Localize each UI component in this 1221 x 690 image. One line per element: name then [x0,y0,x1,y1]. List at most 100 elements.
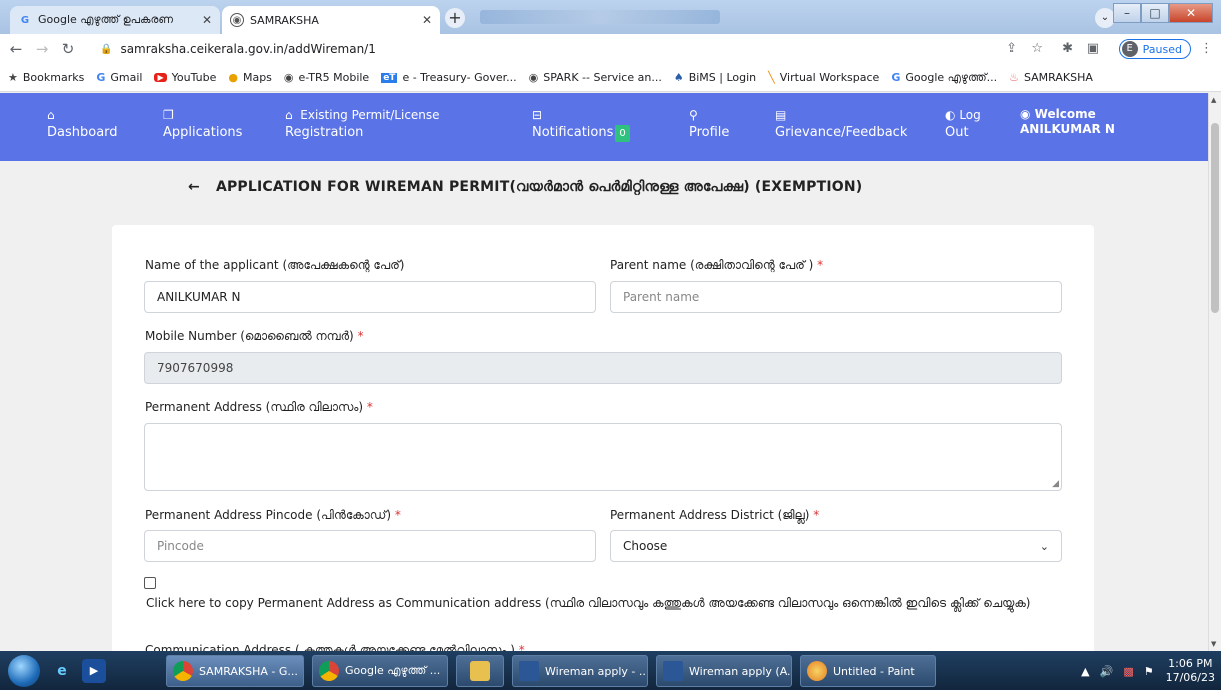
clock[interactable]: 1:06 PM 17/06/23 [1166,657,1215,685]
taskbar-button[interactable]: Untitled - Paint [800,655,936,687]
taskbar-button[interactable] [456,655,504,687]
back-icon[interactable]: ← [6,40,26,58]
taskbar-button[interactable]: Wireman apply (A... [656,655,792,687]
address-bar-row: ← → ↻ 🔒 samraksha.ceikerala.gov.in/addWi… [0,34,1221,64]
district-selected-value: Choose [623,539,668,553]
welcome-user: ◉ Welcome ANILKUMAR N [1020,107,1115,137]
page-scrollbar[interactable]: ▲ ▼ [1208,93,1221,651]
close-window-button[interactable]: ✕ [1169,3,1213,23]
bookmark-label: YouTube [171,71,217,84]
parent-name-field[interactable]: Parent name [610,281,1062,313]
maximize-button[interactable]: □ [1141,3,1169,23]
youtube-icon: ▶ [154,73,167,82]
globe-icon: ◉ [283,71,294,84]
start-button[interactable] [8,655,40,687]
menu-kebab-icon[interactable]: ⋮ [1200,41,1213,56]
user-icon: ◉ [1020,107,1031,121]
bookmark-label: SAMRAKSHA [1023,71,1093,84]
share-icon[interactable]: ⇪ [1006,41,1017,56]
clock-time: 1:06 PM [1168,657,1213,670]
copy-address-label[interactable]: Click here to copy Permanent Address as … [146,595,1066,612]
profile-icon: ⚲ [689,108,698,122]
bookmark-item[interactable]: ♨ SAMRAKSHA [1009,71,1093,84]
system-tray: ▲ 🔊 ▩ ⚑ 1:06 PM 17/06/23 [1081,655,1215,687]
label-text: Parent name (രക്ഷിതാവിന്റെ പേര് ) [610,258,814,272]
taskbar-button[interactable]: Google എഴുത്ത് ... [312,655,448,687]
bookmark-item[interactable]: ◉ e-TR5 Mobile [284,71,369,84]
bookmark-item[interactable]: G Google എഴുത്ത്... [891,71,997,85]
label-text: Permanent Address Pincode (പിൻകോഡ്) [145,508,392,522]
bookmark-label: e - Treasury- Gover... [402,71,517,84]
scroll-up-icon[interactable]: ▲ [1211,96,1216,104]
profile-paused-button[interactable]: E Paused [1118,39,1191,59]
nav-label: Grievance/Feedback [775,125,908,140]
district-select[interactable]: Choose ⌄ [610,530,1062,562]
taskbar-button[interactable]: SAMRAKSHA - G... [166,655,304,687]
browser-tab-strip: G Google എഴുത്ത് ഉപകരണ ✕ ◉ SAMRAKSHA ✕ +… [0,0,1221,34]
application-form-card: Name of the applicant (അപേക്ഷകന്റെ പേര്)… [112,225,1094,665]
bookmark-item[interactable]: ◉ SPARK -- Service an... [529,71,662,84]
side-panel-icon[interactable]: ▣ [1087,41,1099,56]
copy-address-checkbox[interactable] [144,577,156,589]
bookmark-item[interactable]: ▶ YouTube [154,71,216,84]
bookmark-item[interactable]: ★ Bookmarks [8,71,84,84]
url-field[interactable]: 🔒 samraksha.ceikerala.gov.in/addWireman/… [100,37,1000,61]
nav-grievance[interactable]: ▤ Grievance/Feedback [775,107,907,141]
nav-notifications[interactable]: ⊟ Notifications 0 [532,107,630,142]
network-icon[interactable]: ▩ [1123,665,1133,678]
tab-google-input-tools[interactable]: G Google എഴുത്ത് ഉപകരണ ✕ [10,6,220,34]
taskbar-button[interactable]: Wireman apply - ... [512,655,648,687]
nav-applications[interactable]: ❐ Applications [163,107,242,141]
globe-icon: ◉ [528,71,539,84]
applicant-name-field[interactable]: ANILKUMAR N [144,281,596,313]
bookmark-star-icon[interactable]: ☆ [1031,41,1043,56]
ie-icon[interactable]: e [50,659,74,683]
reload-icon[interactable]: ↻ [58,40,78,58]
nav-label-line1: ◐ Log [945,107,981,124]
bookmark-item[interactable]: G Gmail [96,71,142,84]
tab-label: SAMRAKSHA [250,13,319,27]
required-mark: * [813,508,820,522]
bookmark-label: Virtual Workspace [779,71,880,84]
parent-name-label: Parent name (രക്ഷിതാവിന്റെ പേര് ) * [610,258,823,273]
bookmark-item[interactable]: ╲ Virtual Workspace [768,71,879,84]
pincode-label: Permanent Address Pincode (പിൻകോഡ്) * [145,508,401,523]
scroll-down-icon[interactable]: ▼ [1211,640,1216,648]
tab-samraksha[interactable]: ◉ SAMRAKSHA ✕ [222,6,440,34]
show-hidden-icons-icon[interactable]: ▲ [1081,665,1089,678]
volume-icon[interactable]: 🔊 [1100,665,1114,678]
pincode-field[interactable]: Pincode [144,530,596,562]
bookmark-item[interactable]: ● Maps [228,71,272,84]
tab-search-button[interactable]: ⌄ [1095,8,1115,28]
nav-dashboard[interactable]: ⌂ Dashboard [47,107,118,141]
notification-count-badge: 0 [615,125,630,142]
google-icon: G [891,71,901,84]
star-icon: ★ [8,71,18,84]
mobile-number-field[interactable]: 7907670998 [144,352,1062,384]
back-arrow-icon[interactable]: ← [188,179,200,195]
resize-grip-icon[interactable]: ◢ [1052,479,1059,489]
action-center-icon[interactable]: ⚑ [1144,665,1154,678]
label-text: Name of the applicant (അപേക്ഷകന്റെ പേര്) [145,258,405,272]
extensions-icon[interactable]: ✱ [1062,41,1073,56]
taskbar-label: Wireman apply - ... [545,664,648,678]
minimize-button[interactable]: – [1113,3,1141,23]
taskbar-label: SAMRAKSHA - G... [199,664,298,678]
bookmark-item[interactable]: ♠ BiMS | Login [674,71,756,84]
close-icon[interactable]: ✕ [202,13,212,27]
nav-logout[interactable]: ◐ Log Out [945,107,981,141]
nav-label: Out [945,125,969,140]
scrollbar-thumb[interactable] [1211,123,1219,313]
forward-icon[interactable]: → [32,40,52,58]
nav-label: Profile [689,125,730,140]
nav-profile[interactable]: ⚲ Profile [689,107,729,141]
close-icon[interactable]: ✕ [422,13,432,27]
nav-existing-permit[interactable]: ⌂ Existing Permit/License Registration [285,107,440,141]
new-tab-button[interactable]: + [445,8,465,28]
media-player-icon[interactable]: ▶ [82,659,106,683]
paint-icon [807,661,827,681]
bookmark-item[interactable]: eT e - Treasury- Gover... [381,71,517,84]
permanent-address-textarea[interactable]: ◢ [144,423,1062,491]
samraksha-icon: ♨ [1009,71,1019,84]
google-icon: G [20,14,30,26]
